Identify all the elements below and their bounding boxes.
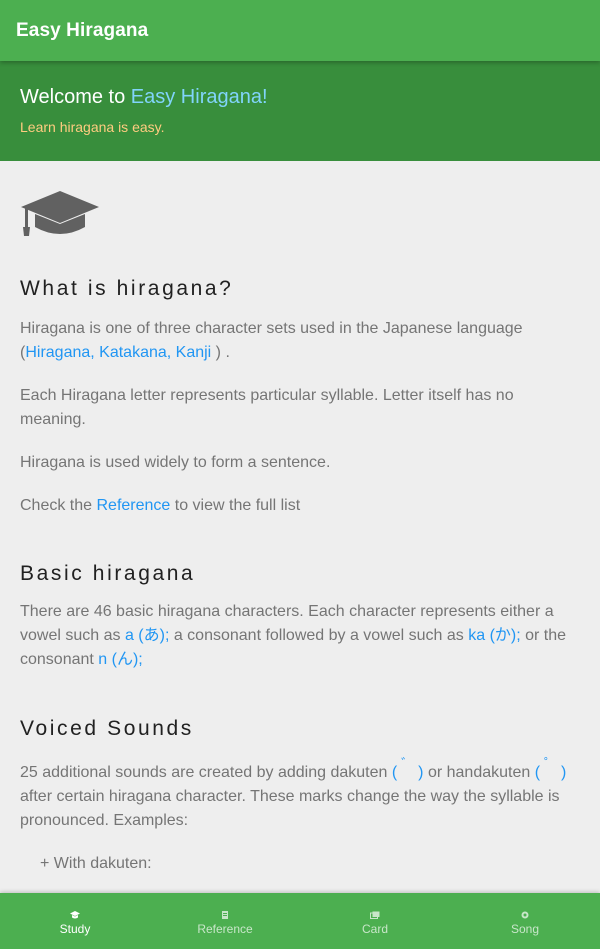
graduation-cap-icon — [70, 910, 80, 918]
nav-study[interactable]: Study — [0, 893, 150, 949]
handakuten-mark[interactable]: (゜) — [535, 756, 567, 785]
link-character-sets[interactable]: Hiragana, Katakana, Kanji — [25, 344, 211, 361]
nav-song[interactable]: Song — [450, 893, 600, 949]
welcome-subtitle: Learn hiragana is easy. — [20, 119, 165, 135]
paragraph-basic: There are 46 basic hiragana characters. … — [20, 600, 580, 672]
basic-text-2: a consonant followed by a vowel such as — [169, 627, 469, 644]
paragraph-what-3: Hiragana is used widely to form a senten… — [20, 454, 331, 471]
list-item-dakuten: + With dakuten: — [40, 855, 152, 872]
music-icon — [521, 911, 529, 918]
app-bar: Easy Hiragana — [0, 0, 600, 61]
cards-icon — [370, 911, 380, 919]
what-p4-pre: Check the — [20, 497, 97, 514]
voiced-text-1: 25 additional sounds are created by addi… — [20, 764, 392, 781]
app-title: Easy Hiragana — [16, 19, 149, 41]
what-p4-post: to view the full list — [170, 497, 301, 514]
nav-card-label: Card — [361, 921, 388, 936]
paragraph-what-4: Check the Reference to view the full lis… — [20, 494, 580, 518]
nav-study-label: Study — [59, 921, 91, 936]
handakuten-glyph: ゜ — [544, 756, 558, 771]
brand-name: Easy Hiragana! — [130, 86, 268, 108]
welcome-prefix: Welcome to — [20, 86, 131, 108]
voiced-text-2: or handakuten — [423, 764, 535, 781]
book-icon — [222, 910, 228, 919]
nav-reference[interactable]: Reference — [150, 893, 300, 949]
nav-reference-label: Reference — [197, 921, 253, 936]
heading-what-is-hiragana: What is hiragana? — [20, 277, 234, 300]
paragraph-what-1: Hiragana is one of three character sets … — [20, 317, 580, 365]
dakuten-close: ) — [418, 764, 424, 781]
link-reference[interactable]: Reference — [96, 497, 170, 514]
nav-card[interactable]: Card — [300, 893, 450, 949]
study-content[interactable]: What is hiragana? Hiragana is one of thr… — [0, 161, 600, 876]
heading-voiced-sounds: Voiced Sounds — [20, 717, 194, 740]
example-ka[interactable]: ka (か); — [468, 627, 520, 644]
paragraph-what-2: Each Hiragana letter represents particul… — [20, 387, 514, 428]
example-n[interactable]: n (ん); — [98, 651, 142, 668]
what-p1-end: ) . — [211, 344, 230, 361]
dakuten-glyph: ゛ — [401, 756, 415, 771]
paragraph-voiced: 25 additional sounds are created by addi… — [20, 756, 580, 833]
welcome-banner: Welcome to Easy Hiragana! Learn hiragana… — [0, 61, 600, 161]
heading-basic-hiragana: Basic hiragana — [20, 562, 196, 585]
nav-song-label: Song — [510, 921, 540, 936]
bottom-navigation: Study Reference Card Song — [0, 893, 600, 949]
example-a[interactable]: a (あ); — [125, 627, 169, 644]
voiced-text-3: after certain hiragana character. These … — [20, 788, 560, 829]
dakuten-mark[interactable]: (゛) — [392, 756, 424, 785]
graduation-cap-icon — [21, 191, 99, 236]
handakuten-close: ) — [561, 764, 567, 781]
welcome-title: Welcome to Easy Hiragana! — [20, 86, 580, 109]
